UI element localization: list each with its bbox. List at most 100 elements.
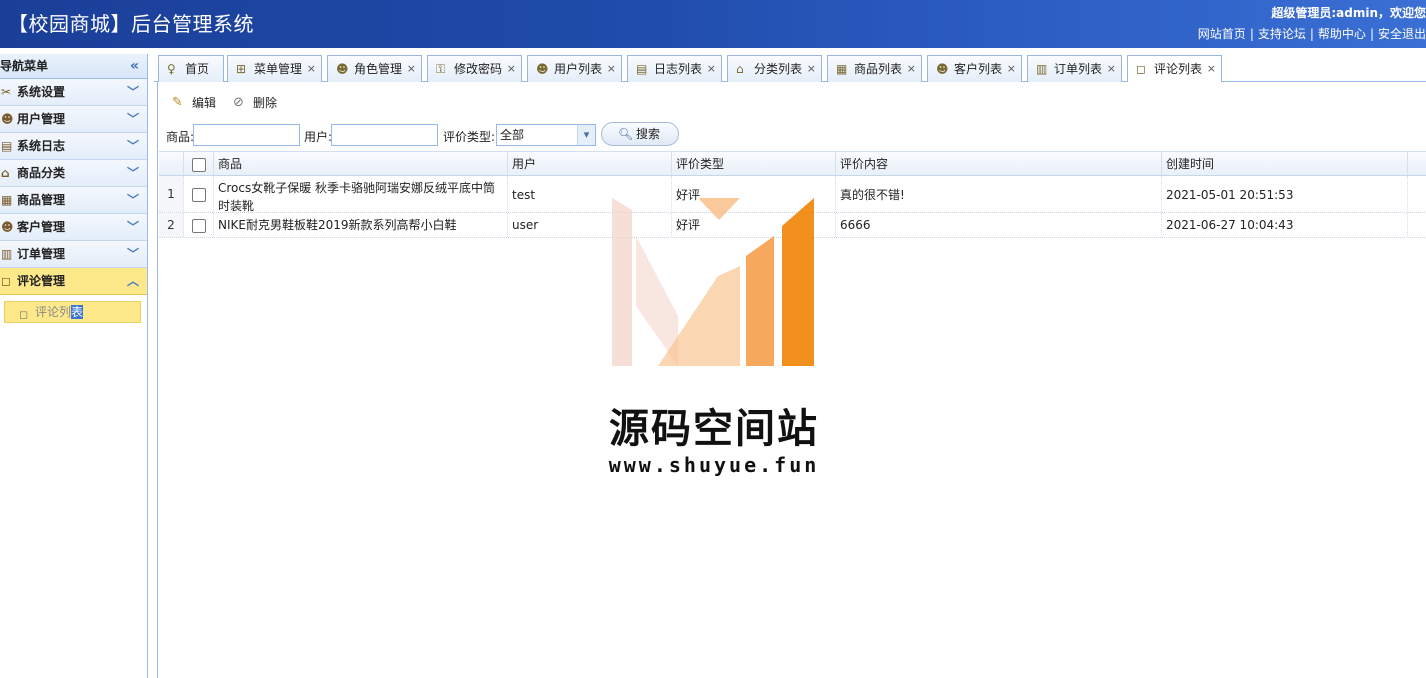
cell-type: 好评: [672, 213, 836, 237]
tab-label: 菜单管理: [254, 62, 303, 76]
comment-icon: ◻: [1136, 62, 1146, 76]
search-button[interactable]: 🔍︎ 搜索: [601, 122, 680, 146]
goods-icon: ▦: [1, 193, 13, 207]
search-button-label: 搜索: [636, 127, 661, 141]
chevron-down-icon[interactable]: ﹀: [127, 214, 139, 240]
link-site-home[interactable]: 网站首页: [1198, 27, 1246, 41]
tab-label: 商品列表: [854, 62, 903, 76]
close-icon[interactable]: ×: [807, 56, 816, 82]
select-all-cell: [184, 152, 214, 175]
tab-goods-list[interactable]: ▦ 商品列表 ×: [827, 55, 922, 82]
close-icon[interactable]: ×: [1107, 56, 1116, 82]
tab-label: 修改密码: [454, 62, 503, 76]
select-all-checkbox[interactable]: [191, 157, 206, 172]
sidebar-header: 导航菜单 «: [0, 54, 147, 79]
users-icon: ☻: [536, 62, 549, 76]
sidebar-subitem-comment-list[interactable]: ◻ 评论列表: [4, 301, 141, 323]
delete-button[interactable]: ⊘ 删除: [233, 93, 277, 113]
chevron-down-icon[interactable]: ﹀: [127, 133, 139, 159]
close-icon[interactable]: ×: [407, 56, 416, 82]
tab-order-list[interactable]: ▥ 订单列表 ×: [1027, 55, 1122, 82]
col-header-goods[interactable]: 商品: [214, 152, 508, 175]
order-icon: ▥: [1, 247, 13, 261]
chevron-down-icon[interactable]: ﹀: [127, 79, 139, 105]
sidebar-item-label: 订单管理: [17, 247, 66, 261]
rownum-header: [159, 152, 184, 175]
delete-icon: ⊘: [233, 95, 244, 110]
chevron-up-icon[interactable]: ︿: [127, 268, 139, 294]
sidebar-item-goods-management[interactable]: ▦ 商品管理 ﹀: [0, 187, 147, 214]
row-checkbox-cell: [184, 176, 214, 212]
row-number: 1: [159, 176, 184, 212]
collapse-left-icon[interactable]: «: [130, 54, 139, 78]
link-forum[interactable]: 支持论坛: [1258, 27, 1306, 41]
tab-change-password[interactable]: ⚿ 修改密码 ×: [427, 55, 522, 82]
sidebar-item-label: 商品分类: [17, 166, 66, 180]
key-icon: ⚿: [436, 62, 446, 76]
category-icon: ⌂: [736, 62, 744, 76]
chevron-down-icon[interactable]: ﹀: [127, 187, 139, 213]
close-icon[interactable]: ×: [1207, 56, 1216, 82]
tab-menu-management[interactable]: ⊞ 菜单管理 ×: [227, 55, 322, 82]
sidebar-subitem-label: 评论列: [35, 305, 72, 319]
sidebar-item-user-management[interactable]: ☻ 用户管理 ﹀: [0, 106, 147, 133]
tab-role-management[interactable]: ☻ 角色管理 ×: [327, 55, 422, 82]
tab-label: 日志列表: [654, 62, 703, 76]
sidebar-item-comment-management[interactable]: ◻ 评论管理 ︿: [0, 268, 147, 295]
row-checkbox[interactable]: [191, 218, 206, 233]
cell-goods: NIKE耐克男鞋板鞋2019新款系列高帮小白鞋: [214, 213, 508, 237]
tab-user-list[interactable]: ☻ 用户列表 ×: [527, 55, 622, 82]
goods-filter-input[interactable]: [193, 124, 300, 146]
chevron-down-icon[interactable]: ﹀: [127, 106, 139, 132]
selected-text: 表: [71, 305, 84, 319]
document-icon: ▤: [636, 62, 648, 76]
user-filter-input[interactable]: [331, 124, 438, 146]
sidebar-item-goods-category[interactable]: ⌂ 商品分类 ﹀: [0, 160, 147, 187]
tab-category-list[interactable]: ⌂ 分类列表 ×: [727, 55, 822, 82]
table-row[interactable]: 1 Crocs女靴子保暖 秋季卡骆驰阿瑞安娜反绒平底中筒时装靴 test 好评 …: [159, 176, 1426, 213]
link-logout[interactable]: 安全退出: [1378, 27, 1426, 41]
close-icon[interactable]: ×: [607, 56, 616, 82]
col-header-content[interactable]: 评价内容: [836, 152, 1162, 175]
col-header-user[interactable]: 用户: [508, 152, 672, 175]
pencil-icon: ✎: [172, 95, 183, 110]
comment-grid: 商品 用户 评价类型 评价内容 创建时间 1 Crocs女靴子保暖 秋季卡骆驰阿…: [159, 151, 1426, 238]
chevron-down-icon[interactable]: ﹀: [127, 160, 139, 186]
tab-customer-list[interactable]: ☻ 客户列表 ×: [927, 55, 1022, 82]
tab-comment-list[interactable]: ◻ 评论列表 ×: [1127, 55, 1222, 83]
row-checkbox[interactable]: [191, 187, 206, 202]
sidebar-item-order-management[interactable]: ▥ 订单管理 ﹀: [0, 241, 147, 268]
type-filter-label: 评价类型:: [443, 130, 496, 144]
close-icon[interactable]: ×: [1007, 56, 1016, 82]
customer-icon: ☻: [936, 62, 949, 76]
tab-log-list[interactable]: ▤ 日志列表 ×: [627, 55, 722, 82]
close-icon[interactable]: ×: [907, 56, 916, 82]
cell-type: 好评: [672, 176, 836, 212]
customer-icon: ☻: [1, 220, 14, 234]
search-icon: 🔍︎: [618, 127, 634, 141]
sidebar-item-label: 评论管理: [17, 274, 66, 288]
link-help[interactable]: 帮助中心: [1318, 27, 1366, 41]
tab-label: 用户列表: [554, 62, 603, 76]
cell-content: 真的很不错!: [836, 176, 1162, 212]
sidebar-item-label: 用户管理: [17, 112, 66, 126]
close-icon[interactable]: ×: [707, 56, 716, 82]
sidebar-item-system-settings[interactable]: ✂ 系统设置 ﹀: [0, 79, 147, 106]
chevron-down-icon[interactable]: ▾: [577, 125, 595, 145]
sidebar-item-customer-management[interactable]: ☻ 客户管理 ﹀: [0, 214, 147, 241]
table-row[interactable]: 2 NIKE耐克男鞋板鞋2019新款系列高帮小白鞋 user 好评 6666 2…: [159, 213, 1426, 238]
welcome-text: 超级管理员:admin，欢迎您: [1271, 6, 1426, 20]
col-header-created[interactable]: 创建时间: [1162, 152, 1408, 175]
tab-label: 首页: [185, 62, 210, 76]
edit-button[interactable]: ✎ 编辑: [172, 93, 216, 113]
sidebar-item-label: 商品管理: [17, 193, 66, 207]
close-icon[interactable]: ×: [507, 56, 516, 82]
type-filter-select[interactable]: 全部 ▾: [496, 124, 596, 146]
tab-bar: ♀ 首页 ⊞ 菜单管理 × ☻ 角色管理 × ⚿ 修改密码 × ☻ 用户列表 ×…: [154, 52, 1426, 83]
col-header-type[interactable]: 评价类型: [672, 152, 836, 175]
sidebar-item-system-log[interactable]: ▤ 系统日志 ﹀: [0, 133, 147, 160]
close-icon[interactable]: ×: [307, 56, 316, 82]
chevron-down-icon[interactable]: ﹀: [127, 241, 139, 267]
tab-home[interactable]: ♀ 首页: [158, 55, 224, 82]
tab-label: 角色管理: [354, 62, 403, 76]
